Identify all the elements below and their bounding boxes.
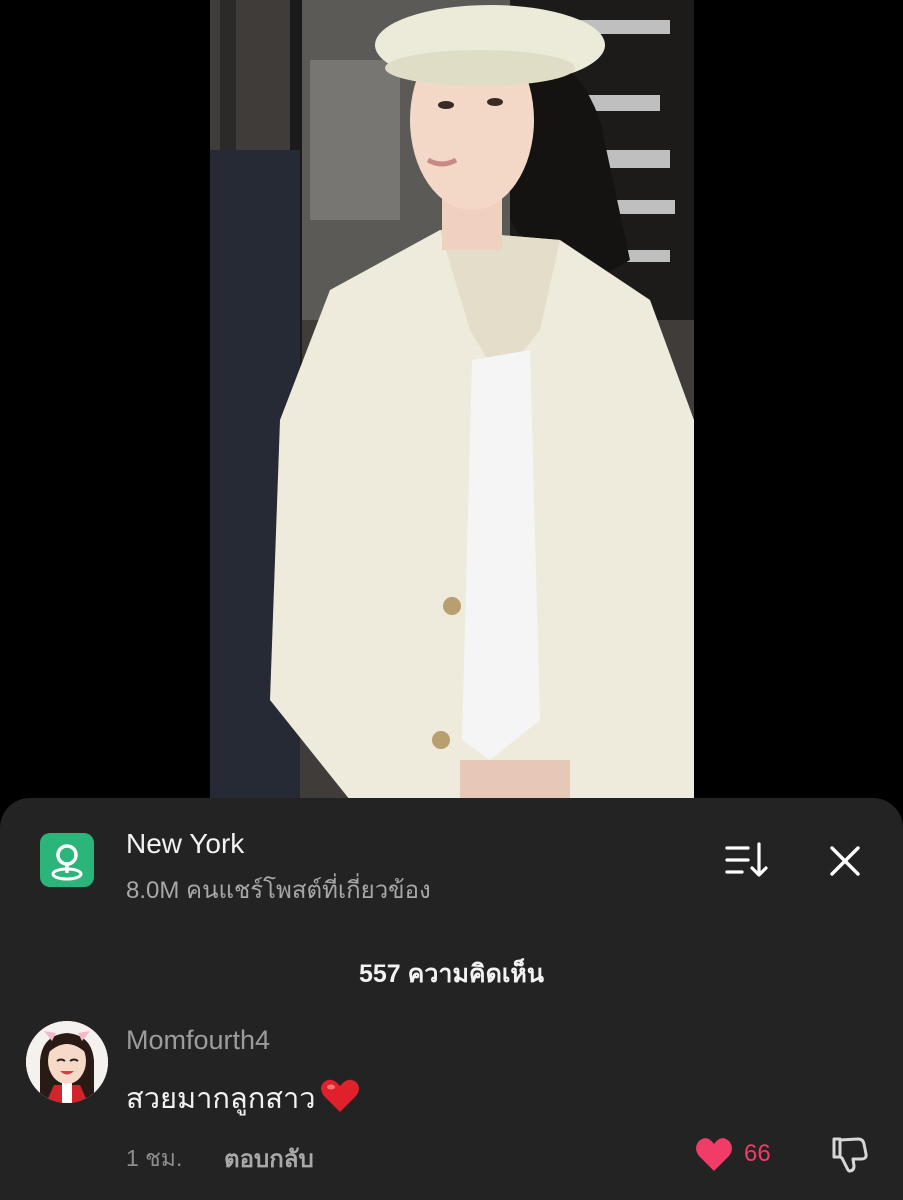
close-icon bbox=[830, 846, 860, 876]
sort-button[interactable] bbox=[722, 840, 770, 880]
video-frame bbox=[210, 0, 694, 800]
thumbs-down-icon bbox=[832, 1137, 868, 1173]
location-subtitle: 8.0M คนแชร์โพสต์ที่เกี่ยวข้อง bbox=[126, 877, 431, 904]
video-player[interactable] bbox=[0, 0, 903, 800]
dislike-button[interactable] bbox=[828, 1133, 870, 1175]
like-count: 66 bbox=[744, 1140, 771, 1167]
video-image bbox=[210, 0, 694, 800]
location-header: New York 8.0M คนแชร์โพสต์ที่เกี่ยวข้อง bbox=[0, 798, 903, 908]
comment-username[interactable]: Momfourth4 bbox=[126, 1025, 270, 1056]
red-heart-emoji bbox=[320, 1078, 360, 1122]
close-button[interactable] bbox=[822, 838, 868, 884]
comment-text: สวยมากลูกสาว bbox=[126, 1075, 360, 1122]
comment-timestamp: 1 ชม. bbox=[126, 1145, 183, 1171]
sort-icon bbox=[725, 842, 768, 877]
like-button[interactable] bbox=[694, 1135, 734, 1175]
heart-icon bbox=[696, 1138, 732, 1171]
location-pin-icon[interactable] bbox=[40, 833, 94, 887]
comment-item: Momfourth4 สวยมากลูกสาว 1 ชม. ตอบกลับ 66 bbox=[0, 1013, 903, 1193]
reply-button[interactable]: ตอบกลับ bbox=[224, 1139, 314, 1178]
comment-sheet: New York 8.0M คนแชร์โพสต์ที่เกี่ยวข้อง 5… bbox=[0, 798, 903, 1200]
location-title[interactable]: New York bbox=[126, 828, 244, 860]
comment-body: สวยมากลูกสาว bbox=[126, 1083, 316, 1115]
avatar[interactable] bbox=[26, 1021, 108, 1103]
comment-count: 557 ความคิดเห็น bbox=[358, 960, 544, 988]
